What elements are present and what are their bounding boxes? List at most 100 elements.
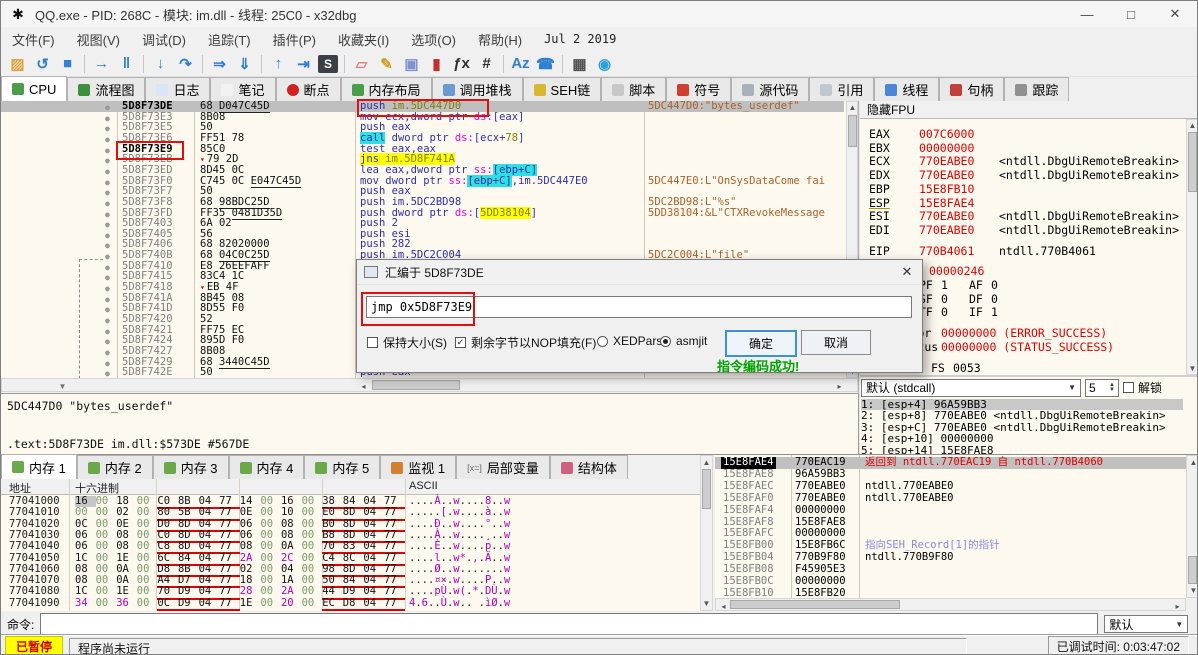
stack-row[interactable]: 15E8FAF8 15E8FAE8 bbox=[715, 516, 1186, 529]
xedparse-radio[interactable]: XEDParse bbox=[597, 334, 669, 348]
tab-memory-map[interactable]: 内存布局 bbox=[340, 77, 432, 101]
modules-phone-icon[interactable]: ☎ bbox=[533, 53, 558, 75]
tab-breakpoint[interactable]: 断点 bbox=[275, 77, 341, 101]
menu-item[interactable]: 选项(O) bbox=[400, 27, 467, 52]
trace-over-icon[interactable]: ⇓ bbox=[232, 53, 257, 75]
minimize-button[interactable]: — bbox=[1065, 2, 1109, 27]
register-row[interactable]: EDI 770EABE0 <ntdll.DbgUiRemoteBreakin> bbox=[869, 223, 1179, 237]
disasm-hscrollbar[interactable]: ▼ ◂ ▸ bbox=[1, 378, 858, 392]
stack-hscroll-thumb[interactable] bbox=[730, 600, 900, 609]
comments-icon[interactable]: ✎ bbox=[374, 53, 399, 75]
tab-seh-chain[interactable]: SEH链 bbox=[522, 77, 602, 101]
tab-cpu[interactable]: CPU bbox=[1, 76, 68, 101]
dump-row[interactable]: 77041010 00 00 02 00 80 5B 04 77 0E 00 10 00 E0 8D 04 77… bbox=[1, 506, 700, 521]
globe-icon[interactable]: ◉ bbox=[592, 53, 617, 75]
register-row[interactable]: EIP 770B4061 ntdll.770B4061 bbox=[869, 244, 1096, 258]
open-file-icon[interactable]: ▨ bbox=[5, 53, 30, 75]
dump-row[interactable]: 77041040 06 00 08 00 C8 8D 04 77 08 00 0A 00 70 83 04 77… bbox=[1, 540, 700, 555]
dialog-title-bar[interactable]: 汇编于 5D8F73DE ✕ bbox=[357, 260, 922, 285]
assemble-instruction-input[interactable] bbox=[366, 296, 912, 318]
tab-threads[interactable]: 线程 bbox=[874, 77, 940, 101]
menu-item[interactable]: 帮助(H) bbox=[467, 27, 533, 52]
tab-struct[interactable]: 结构体 bbox=[549, 455, 628, 479]
step-out-icon[interactable]: ↑ bbox=[266, 53, 291, 75]
tab-source[interactable]: 源代码 bbox=[731, 77, 810, 101]
unlock-checkbox[interactable] bbox=[1123, 382, 1134, 393]
step-into-icon[interactable]: ↓ bbox=[148, 53, 173, 75]
tab-references[interactable]: 引用 bbox=[809, 77, 875, 101]
ok-button[interactable]: 确定 bbox=[725, 330, 797, 357]
stack-row[interactable]: 15E8FB08 F45905E3 bbox=[715, 563, 1186, 576]
pause-icon[interactable]: ‖ bbox=[114, 53, 139, 75]
tab-script[interactable]: 脚本 bbox=[601, 77, 667, 101]
hash-icon[interactable]: # bbox=[474, 53, 499, 75]
tab-log[interactable]: 日志 bbox=[145, 77, 211, 101]
stack-hscrollbar[interactable]: ◂ ▸ bbox=[715, 598, 1186, 611]
menu-item[interactable]: 收藏夹(I) bbox=[327, 27, 400, 52]
call-argument-row[interactable]: 5: [esp+14] 15E8FAE8 bbox=[861, 445, 1183, 454]
memory-dump-pane[interactable]: 地址 十六进制 ASCII 77041000 16 00 18 00 C0 8B 04 77 14… bbox=[1, 479, 700, 611]
tab-handles[interactable]: 句柄 bbox=[939, 77, 1005, 101]
tab-memory[interactable]: 内存 2 bbox=[76, 455, 153, 479]
call-argument-row[interactable]: 3: [esp+C] 770EABE0 <ntdll.DbgUiRemoteBr… bbox=[861, 422, 1183, 433]
arg-count-stepper[interactable]: 5 ▲ ▼ bbox=[1085, 378, 1119, 397]
register-row[interactable]: ESI 770EABE0 <ntdll.DbgUiRemoteBreakin> bbox=[869, 209, 1179, 223]
dump-vscrollbar[interactable]: ▲ ▼ bbox=[700, 455, 713, 611]
restart-icon[interactable]: ↺ bbox=[30, 53, 55, 75]
tab-memory[interactable]: 内存 1 bbox=[1, 454, 77, 479]
disasm-vscroll-thumb[interactable] bbox=[848, 115, 857, 147]
dialog-close-icon[interactable]: ✕ bbox=[892, 264, 922, 280]
registers-vscroll-thumb[interactable] bbox=[1188, 132, 1197, 192]
stack-row[interactable]: 15E8FAE4 770EAC19 返回到 ntdll.770EAC19 自 ntd… bbox=[715, 456, 1186, 469]
patches-icon[interactable]: ▱ bbox=[349, 53, 374, 75]
functions-fx-icon[interactable]: ƒx bbox=[449, 53, 474, 75]
stack-pane[interactable]: 15E8FAE4 770EAC19 返回到 ntdll.770EAC19 自 ntd… bbox=[715, 455, 1186, 598]
run-icon[interactable]: → bbox=[89, 53, 114, 75]
tab-memory[interactable]: 内存 4 bbox=[228, 455, 305, 479]
register-row[interactable]: EAX 007C6000 bbox=[869, 127, 974, 141]
menu-item[interactable]: 插件(P) bbox=[262, 27, 327, 52]
bookmarks-icon[interactable]: ▮ bbox=[424, 53, 449, 75]
stack-row[interactable]: 15E8FB10 15E8FB20 bbox=[715, 587, 1186, 598]
register-row[interactable]: ESP 15E8FAE4 bbox=[869, 196, 974, 210]
dump-row[interactable]: 77041080 1C 00 1E 00 70 D9 04 77 28 00 2A 00 44 D9 04 77… bbox=[1, 586, 700, 600]
tab-notes[interactable]: 笔记 bbox=[210, 77, 276, 101]
tab-call-stack[interactable]: 调用堆栈 bbox=[431, 77, 523, 101]
tab-symbols[interactable]: 符号 bbox=[666, 77, 732, 101]
hide-fpu-button[interactable]: 隐藏FPU bbox=[859, 101, 1197, 119]
stack-row[interactable]: 15E8FAEC 770EABE0 ntdll.770EABE0 bbox=[715, 480, 1186, 493]
disasm-hscroll-thumb[interactable] bbox=[372, 380, 460, 390]
stack-row[interactable]: 15E8FAF0 770EABE0 ntdll.770EABE0 bbox=[715, 492, 1186, 505]
step-over-icon[interactable]: ↷ bbox=[173, 53, 198, 75]
registers-vscrollbar[interactable]: ▲ ▼ bbox=[1186, 119, 1197, 375]
register-row[interactable]: ECX 770EABE0 <ntdll.DbgUiRemoteBreakin> bbox=[869, 154, 1179, 168]
keep-size-checkbox[interactable]: 保持大小(S) bbox=[367, 334, 447, 351]
tab-memory[interactable]: 内存 3 bbox=[152, 455, 229, 479]
stack-row[interactable]: 15E8FAE8 96A59BB3 bbox=[715, 468, 1186, 481]
command-profile-select[interactable]: 默认 ▼ bbox=[1104, 615, 1189, 633]
call-argument-row[interactable]: 4: [esp+10] 00000000 bbox=[861, 433, 1183, 444]
register-row[interactable]: EBP 15E8FB10 bbox=[869, 182, 974, 196]
menu-item[interactable]: 调试(D) bbox=[131, 27, 197, 52]
trace-into-icon[interactable]: ⇒ bbox=[207, 53, 232, 75]
dump-row[interactable]: 77041090 34 00 36 00 0C D9 04 77 1E 00 20 00 EC D8 04 77… bbox=[1, 597, 700, 611]
dump-vscroll-thumb[interactable] bbox=[702, 469, 711, 509]
call-argument-row[interactable]: 2: [esp+8] 770EABE0 <ntdll.DbgUiRemoteBr… bbox=[861, 410, 1183, 421]
tab-watch[interactable]: 监视 1 bbox=[380, 455, 457, 479]
stack-row[interactable]: 15E8FB0C 00000000 bbox=[715, 575, 1186, 588]
call-argument-row[interactable]: 1: [esp+4] 96A59BB3 bbox=[861, 399, 1183, 411]
stack-vscrollbar[interactable]: ▲ ▼ bbox=[1186, 455, 1197, 598]
stack-row[interactable]: 15E8FB04 770B9F80 ntdll.770B9F80 bbox=[715, 551, 1186, 564]
nop-fill-checkbox[interactable]: ✓ 剩余字节以NOP填充(F) bbox=[455, 334, 596, 351]
menu-item[interactable]: 视图(V) bbox=[66, 27, 131, 52]
tab-locals[interactable]: [x=] 局部变量 bbox=[456, 455, 550, 479]
menu-item[interactable]: 文件(F) bbox=[1, 27, 66, 52]
stack-row[interactable]: 15E8FAF4 00000000 bbox=[715, 504, 1186, 517]
labels-icon[interactable]: ▣ bbox=[399, 53, 424, 75]
asmjit-radio[interactable]: asmjit bbox=[660, 334, 707, 348]
register-row[interactable]: EDX 770EABE0 <ntdll.DbgUiRemoteBreakin> bbox=[869, 168, 1179, 182]
close-button[interactable]: ✕ bbox=[1153, 2, 1197, 27]
run-to-user-code-icon[interactable]: ⇥ bbox=[291, 53, 316, 75]
cancel-button[interactable]: 取消 bbox=[801, 330, 871, 355]
tab-trace[interactable]: 跟踪 bbox=[1004, 77, 1070, 101]
